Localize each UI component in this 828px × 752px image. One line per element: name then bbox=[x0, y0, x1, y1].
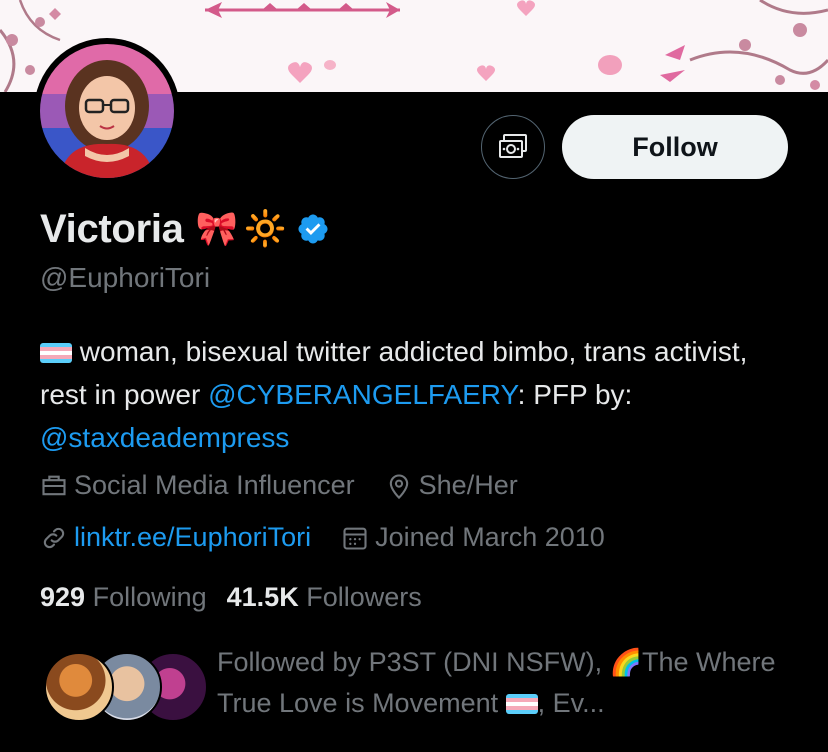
link-icon bbox=[43, 527, 65, 548]
subscribe-button[interactable] bbox=[481, 115, 545, 179]
followers-you-know-avatars[interactable] bbox=[44, 652, 208, 722]
profile-name-row: Victoria 🎀 🔆 bbox=[40, 204, 330, 254]
website-item[interactable]: linktr.ee/EuphoriTori bbox=[40, 522, 311, 553]
following-label: Following bbox=[92, 582, 207, 612]
profile-bio: woman, bisexual twitter addicted bimbo, … bbox=[40, 330, 800, 459]
rainbow-emoji: 🌈 bbox=[609, 647, 642, 677]
following-stat[interactable]: 929 Following bbox=[40, 582, 207, 613]
profession-label: Social Media Influencer bbox=[74, 470, 355, 500]
website-link[interactable]: linktr.ee/EuphoriTori bbox=[74, 522, 311, 553]
bio-text: : PFP by: bbox=[517, 379, 633, 410]
display-name: Victoria bbox=[40, 206, 184, 251]
followed-by-prefix: Followed by P3ST (DNI NSFW), bbox=[217, 647, 610, 677]
joined-label: Joined March 2010 bbox=[375, 522, 605, 552]
followers-count: 41.5K bbox=[226, 582, 299, 612]
followers-stat[interactable]: 41.5K Followers bbox=[227, 582, 422, 613]
avatar bbox=[44, 652, 114, 722]
pronouns-item: She/Her bbox=[385, 470, 518, 501]
calendar-icon bbox=[343, 527, 367, 550]
following-count: 929 bbox=[40, 582, 86, 612]
profile-avatar[interactable] bbox=[34, 38, 180, 184]
followed-by-text[interactable]: Followed by P3ST (DNI NSFW), 🌈The Where … bbox=[217, 642, 777, 724]
followers-label: Followers bbox=[306, 582, 422, 612]
profession-item: Social Media Influencer bbox=[40, 470, 355, 501]
verified-badge-icon[interactable] bbox=[296, 212, 330, 246]
profile-handle: @EuphoriTori bbox=[40, 262, 211, 293]
bio-mention-link[interactable]: @CYBERANGELFAERY bbox=[208, 379, 518, 410]
profile-meta-row: Social Media Influencer She/Her bbox=[40, 470, 548, 501]
pronouns-label: She/Her bbox=[418, 470, 518, 500]
profile-meta-row: linktr.ee/EuphoriTori Joined March 2010 bbox=[40, 522, 635, 553]
follow-button[interactable]: Follow bbox=[562, 115, 788, 179]
ribbon-emoji: 🎀 bbox=[195, 210, 238, 248]
trans-flag-icon bbox=[505, 694, 538, 714]
money-icon bbox=[499, 134, 527, 158]
followed-by-suffix: , Ev... bbox=[537, 688, 605, 718]
follow-stats: 929 Following 41.5K Followers bbox=[40, 582, 422, 613]
location-pin-icon bbox=[389, 474, 408, 499]
sun-emoji: 🔆 bbox=[243, 210, 287, 248]
bio-mention-link[interactable]: @staxdeadempress bbox=[40, 422, 289, 453]
trans-flag-icon bbox=[40, 343, 72, 363]
joined-item: Joined March 2010 bbox=[341, 522, 605, 553]
briefcase-icon bbox=[42, 475, 66, 495]
